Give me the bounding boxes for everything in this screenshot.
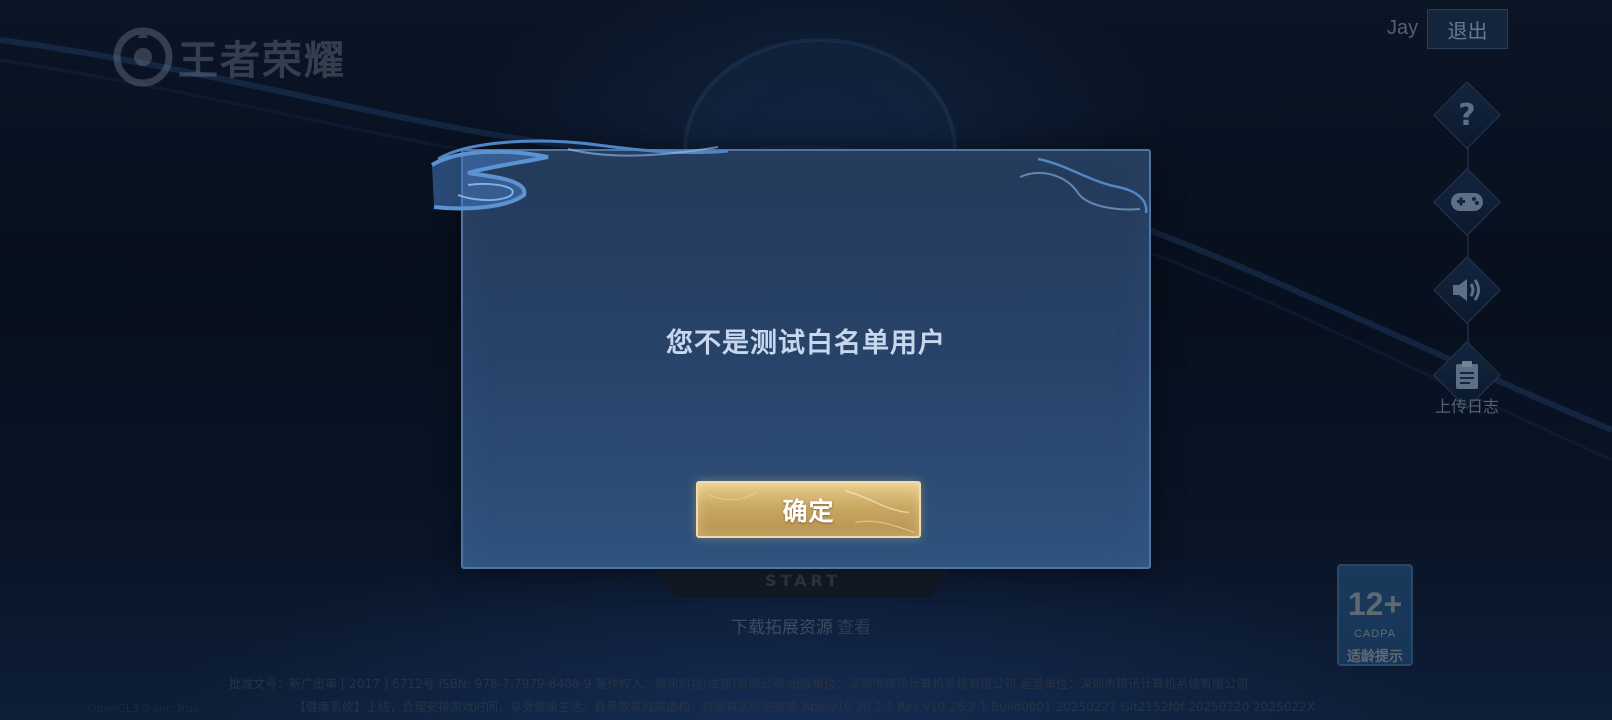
confirm-label: 确定 bbox=[782, 496, 835, 526]
alert-dialog: 您不是测试白名单用户 确定 bbox=[461, 149, 1151, 569]
confirm-button[interactable]: 确定 bbox=[696, 481, 921, 538]
dialog-message: 您不是测试白名单用户 bbox=[666, 328, 946, 359]
game-login-screen: 王者荣耀 Jay 退出 ? 上传日志 START 下载拓展资源 查看 12+ C… bbox=[0, 0, 1612, 720]
